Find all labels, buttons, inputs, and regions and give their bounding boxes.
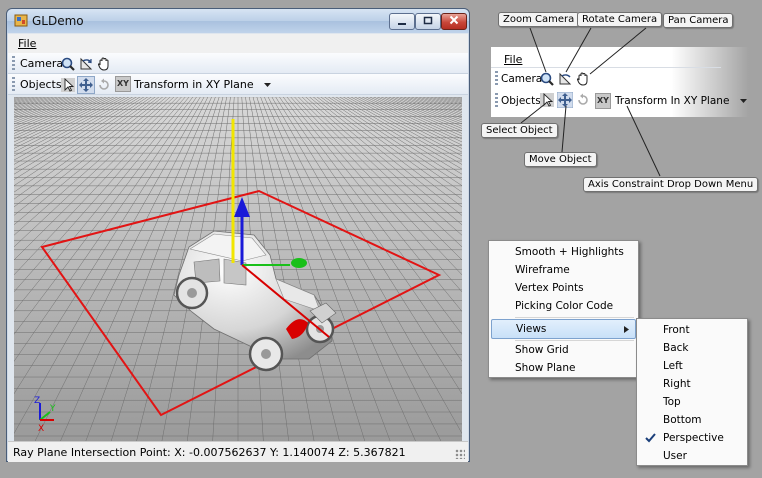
- submenu-arrow-icon: [624, 326, 629, 333]
- menu-item-show-grid[interactable]: Show Grid: [491, 341, 636, 359]
- menu-item-show-plane[interactable]: Show Plane: [491, 359, 636, 377]
- view-item-perspective-label: Perspective: [663, 432, 724, 444]
- callout-zoom-camera: Zoom Camera: [498, 12, 580, 27]
- menu-item-vertex-points[interactable]: Vertex Points: [491, 279, 636, 297]
- view-item-front[interactable]: Front: [639, 321, 745, 339]
- menu-separator: [515, 317, 634, 318]
- view-item-back[interactable]: Back: [639, 339, 745, 357]
- menu-item-views[interactable]: Views: [491, 319, 636, 339]
- menu-item-views-label: Views: [516, 323, 547, 335]
- menu-item-wireframe[interactable]: Wireframe: [491, 261, 636, 279]
- callout-axis-constraint: Axis Constraint Drop Down Menu: [583, 177, 759, 192]
- view-item-perspective[interactable]: Perspective: [639, 429, 745, 447]
- view-item-top[interactable]: Top: [639, 393, 745, 411]
- views-submenu: Front Back Left Right Top Bottom Perspec…: [636, 318, 748, 466]
- menu-item-picking-color-code[interactable]: Picking Color Code: [491, 297, 636, 315]
- callout-rotate-camera: Rotate Camera: [577, 12, 663, 27]
- menu-item-smooth-highlights[interactable]: Smooth + Highlights: [491, 243, 636, 261]
- view-item-right[interactable]: Right: [639, 375, 745, 393]
- callout-move-object: Move Object: [524, 152, 597, 167]
- callout-pan-camera: Pan Camera: [663, 13, 734, 28]
- view-item-user[interactable]: User: [639, 447, 745, 465]
- callout-select-object: Select Object: [481, 123, 558, 138]
- viewport-context-menu: Smooth + Highlights Wireframe Vertex Poi…: [488, 240, 639, 378]
- view-item-bottom[interactable]: Bottom: [639, 411, 745, 429]
- view-item-left[interactable]: Left: [639, 357, 745, 375]
- checkmark-icon: [645, 433, 656, 443]
